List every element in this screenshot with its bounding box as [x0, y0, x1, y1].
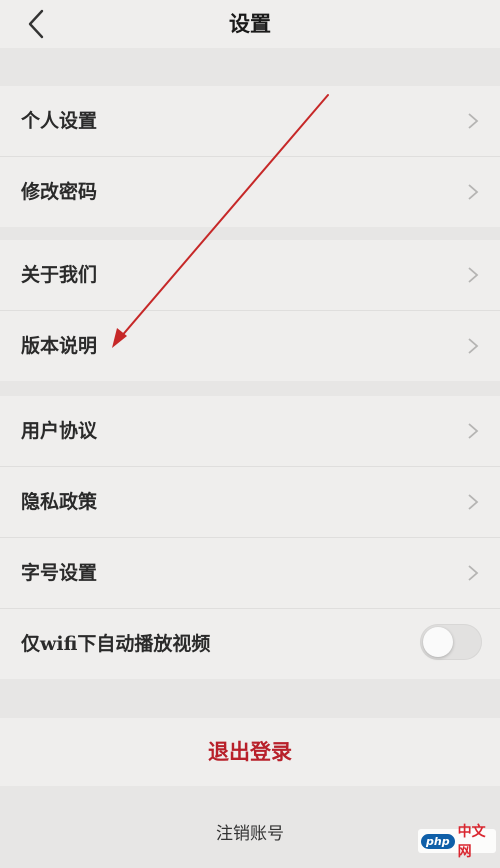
- row-label: 个人设置: [21, 110, 98, 132]
- chevron-right-icon: [468, 267, 479, 283]
- watermark-text: 中文网: [457, 824, 486, 860]
- chevron-right-icon: [468, 494, 479, 510]
- settings-row-wifi-autoplay: 仅wifi下自动播放视频: [0, 609, 500, 679]
- chevron-right-icon: [468, 565, 479, 581]
- settings-row-personal[interactable]: 个人设置: [0, 86, 500, 156]
- row-label: 版本说明: [21, 335, 98, 357]
- logout-button[interactable]: 退出登录: [0, 718, 500, 786]
- row-label: 仅wifi下自动播放视频: [21, 633, 211, 655]
- row-label: 关于我们: [21, 264, 98, 286]
- row-label: 字号设置: [21, 562, 98, 584]
- chevron-right-icon: [468, 113, 479, 129]
- chevron-right-icon: [468, 423, 479, 439]
- top-bar: 设置: [0, 0, 500, 48]
- settings-row-privacy-policy[interactable]: 隐私政策: [0, 467, 500, 537]
- wifi-autoplay-toggle[interactable]: [420, 624, 482, 660]
- watermark-badge: php: [421, 833, 455, 849]
- page-title: 设置: [229, 11, 271, 36]
- settings-row-version-notes[interactable]: 版本说明: [0, 311, 500, 381]
- toggle-knob: [423, 627, 453, 657]
- row-label: 隐私政策: [21, 491, 98, 513]
- chevron-right-icon: [468, 338, 479, 354]
- row-label: 用户协议: [21, 420, 98, 442]
- row-label: 修改密码: [21, 181, 98, 203]
- settings-row-font-size[interactable]: 字号设置: [0, 538, 500, 608]
- chevron-right-icon: [468, 184, 479, 200]
- settings-row-about-us[interactable]: 关于我们: [0, 240, 500, 310]
- settings-row-user-agreement[interactable]: 用户协议: [0, 396, 500, 466]
- settings-row-change-password[interactable]: 修改密码: [0, 157, 500, 227]
- watermark-logo: php 中文网: [418, 824, 496, 860]
